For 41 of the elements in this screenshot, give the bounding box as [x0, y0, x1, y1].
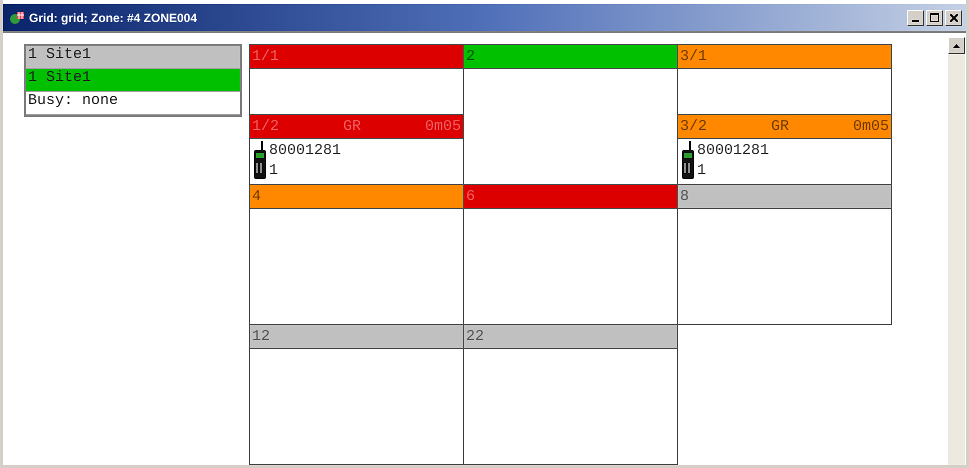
call-duration: 0m05 [852, 118, 889, 135]
slot-cell[interactable]: 3/2 GR 0m05 80001281 1 [677, 114, 892, 185]
slot-label: 3/1 [680, 48, 708, 65]
unit-id: 80001281 [269, 141, 342, 161]
slot-cell[interactable]: 1/2 GR 0m05 80001281 1 [249, 114, 464, 185]
maximize-button[interactable] [926, 10, 943, 26]
call-duration: 0m05 [424, 118, 461, 135]
slot-label: 3/2 [680, 118, 708, 135]
slot-label: 12 [252, 328, 270, 345]
slot-label: 2 [466, 48, 476, 65]
group-label: GR [342, 118, 361, 135]
slot-label: 4 [252, 188, 262, 205]
slot-label: 22 [466, 328, 484, 345]
up-arrow-icon [953, 44, 960, 48]
vertical-scrollbar[interactable] [948, 37, 965, 465]
close-icon [950, 14, 958, 22]
grid-app-icon [9, 10, 25, 24]
slot-label: 8 [680, 188, 690, 205]
slot-cell[interactable]: 12 [249, 324, 464, 465]
site-row[interactable]: Busy: none [26, 92, 240, 115]
slot-cell[interactable]: 8 [677, 184, 892, 325]
minimize-icon [912, 20, 919, 22]
unit-id: 80001281 [697, 141, 770, 161]
radio-icon [680, 141, 696, 179]
slot-cell[interactable]: 22 [463, 324, 678, 465]
slot-cell[interactable]: 3/1 [677, 44, 892, 115]
radio-icon [252, 141, 268, 179]
group-label: GR [770, 118, 789, 135]
site-row[interactable]: 1 Site1 [26, 46, 240, 69]
maximize-icon [930, 13, 939, 22]
slot-label: 6 [466, 188, 476, 205]
unit-line: 1 [269, 161, 280, 181]
minimize-button[interactable] [907, 10, 924, 26]
slot-cell[interactable]: 4 [249, 184, 464, 325]
slot-label: 1/1 [252, 48, 280, 65]
window-title: Grid: grid; Zone: #4 ZONE004 [29, 10, 198, 24]
scroll-up-button[interactable] [948, 37, 965, 54]
site-row[interactable]: 1 Site1 [26, 69, 240, 92]
unit-line: 1 [697, 161, 708, 181]
close-button[interactable] [945, 10, 962, 26]
slot-label: 1/2 [252, 118, 280, 135]
